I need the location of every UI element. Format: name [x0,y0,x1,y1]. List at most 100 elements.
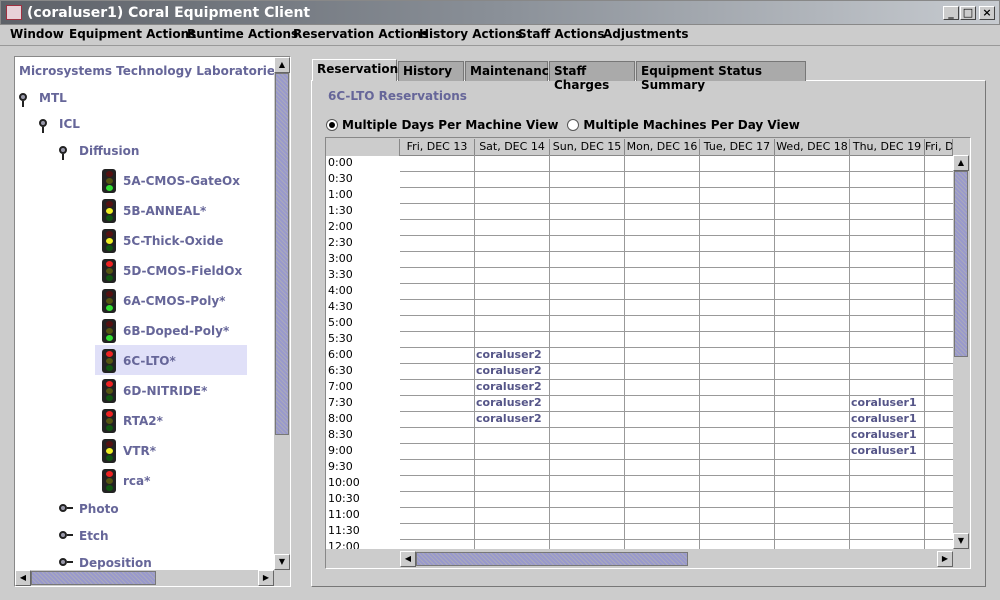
tab-reservations[interactable]: Reservations [312,59,405,81]
expanded-node-icon[interactable] [19,93,27,107]
tab-maintenance[interactable]: Maintenance [465,61,557,81]
tree-item-equipment[interactable]: 6C-LTO* [123,354,176,368]
day-header[interactable]: Sun, DEC 15 [550,139,625,156]
scroll-thumb[interactable] [275,73,289,435]
collapsed-node-icon[interactable] [59,504,73,512]
reservation-entry[interactable]: coraluser1 [851,396,917,409]
day-header[interactable]: Tue, DEC 17 [700,139,775,156]
tree-node-diffusion[interactable]: Diffusion [79,144,139,158]
radio-multiple-machines[interactable] [567,119,580,131]
scroll-down-arrow-icon[interactable]: ▼ [274,554,290,570]
day-header[interactable]: Wed, DEC 18 [775,139,850,156]
day-header[interactable]: Fri, DEC 13 [400,139,475,156]
time-label: 3:00 [328,252,353,265]
grid-row-line [400,267,953,268]
day-header[interactable]: Mon, DEC 16 [625,139,700,156]
reservation-entry[interactable]: coraluser2 [476,348,542,361]
scroll-down-arrow-icon[interactable]: ▼ [953,533,969,549]
grid-column-line [924,155,925,549]
tree-vertical-scrollbar[interactable]: ▲ ▼ [274,57,290,570]
menu-window[interactable]: Window [10,27,64,41]
tab-equipment-status-summary[interactable]: Equipment Status Summary [636,61,806,92]
day-header[interactable]: Sat, DEC 14 [475,139,550,156]
traffic-light-red-icon [102,379,116,403]
radio-multiple-days[interactable] [326,119,338,131]
scroll-up-arrow-icon[interactable]: ▲ [274,57,290,73]
menu-equipment-actions[interactable]: Equipment Actions [69,27,196,41]
time-label: 1:00 [328,188,353,201]
reservation-entry[interactable]: coraluser2 [476,412,542,425]
maximize-button[interactable]: □ [960,6,976,20]
tree-item-equipment[interactable]: VTR* [123,444,156,458]
equipment-tree: Microsystems Technology Laboratories MTL… [15,57,274,570]
tree-item-equipment[interactable]: 5B-ANNEAL* [123,204,206,218]
grid-row-line [400,507,953,508]
day-header[interactable]: Thu, DEC 19 [850,139,925,156]
reservation-entry[interactable]: coraluser1 [851,444,917,457]
collapsed-node-icon[interactable] [59,558,73,566]
menu-staff-actions[interactable]: Staff Actions [518,27,605,41]
tree-item-equipment[interactable]: 6D-NITRIDE* [123,384,207,398]
menu-history-actions[interactable]: History Actions [419,27,522,41]
scroll-right-arrow-icon[interactable]: ▶ [937,551,953,567]
grid-column-line [774,155,775,549]
tree-item-equipment[interactable]: 5A-CMOS-GateOx [123,174,240,188]
tree-item-equipment[interactable]: RTA2* [123,414,163,428]
tab-staff-charges[interactable]: Staff Charges [549,61,635,92]
scroll-up-arrow-icon[interactable]: ▲ [953,155,969,171]
reservation-entry[interactable]: coraluser1 [851,412,917,425]
reservation-entry[interactable]: coraluser1 [851,428,917,441]
reservation-entry[interactable]: coraluser2 [476,380,542,393]
close-button[interactable]: × [979,6,995,20]
tree-node-deposition[interactable]: Deposition [79,556,152,570]
tree-item-equipment[interactable]: 5C-Thick-Oxide [123,234,223,248]
tree-item-equipment[interactable]: 5D-CMOS-FieldOx [123,264,242,278]
scroll-thumb[interactable] [31,571,156,585]
corner-header [326,139,400,156]
time-label: 5:30 [328,332,353,345]
app-icon [6,5,22,20]
tab-history[interactable]: History [398,61,464,81]
schedule-vertical-scrollbar[interactable]: ▲ ▼ [953,139,970,549]
expanded-node-icon[interactable] [39,119,47,133]
scroll-corner [326,549,400,568]
tree-item-equipment[interactable]: rca* [123,474,150,488]
scroll-left-arrow-icon[interactable]: ◀ [400,551,416,567]
scroll-right-arrow-icon[interactable]: ▶ [258,570,274,586]
time-label: 11:30 [328,524,360,537]
minimize-button[interactable]: _ [943,6,959,20]
time-label: 9:30 [328,460,353,473]
grid-column-line [699,155,700,549]
schedule-horizontal-scrollbar[interactable]: ◀ ▶ [400,551,953,567]
scroll-left-arrow-icon[interactable]: ◀ [15,570,31,586]
time-label: 7:30 [328,396,353,409]
menu-runtime-actions[interactable]: Runtime Actions [187,27,298,41]
grid-row-line [400,187,953,188]
radio-label-multiple-machines[interactable]: Multiple Machines Per Day View [583,118,799,132]
grid-row-line [400,331,953,332]
grid-row-line [400,523,953,524]
grid-row-line [400,235,953,236]
tree-horizontal-scrollbar[interactable]: ◀ ▶ [15,570,274,586]
time-label: 6:30 [328,364,353,377]
time-label: 2:30 [328,236,353,249]
menu-adjustments[interactable]: Adjustments [603,27,688,41]
tree-node-icl[interactable]: ICL [59,117,80,131]
reservation-entry[interactable]: coraluser2 [476,364,542,377]
tree-node-mtl[interactable]: MTL [39,91,67,105]
tree-item-equipment[interactable]: 6A-CMOS-Poly* [123,294,225,308]
tree-root[interactable]: Microsystems Technology Laboratories [19,64,274,78]
day-header[interactable]: Fri, DEC 20 [925,139,953,156]
expanded-node-icon[interactable] [59,146,67,160]
time-label: 10:00 [328,476,360,489]
tree-node-photo[interactable]: Photo [79,502,119,516]
scroll-thumb[interactable] [954,171,968,357]
tree-item-equipment[interactable]: 6B-Doped-Poly* [123,324,229,338]
time-label: 10:30 [328,492,360,505]
menu-reservation-actions[interactable]: Reservation Actions [293,27,429,41]
radio-label-multiple-days[interactable]: Multiple Days Per Machine View [342,118,558,132]
reservation-entry[interactable]: coraluser2 [476,396,542,409]
tree-node-etch[interactable]: Etch [79,529,109,543]
scroll-thumb[interactable] [416,552,688,566]
collapsed-node-icon[interactable] [59,531,73,539]
